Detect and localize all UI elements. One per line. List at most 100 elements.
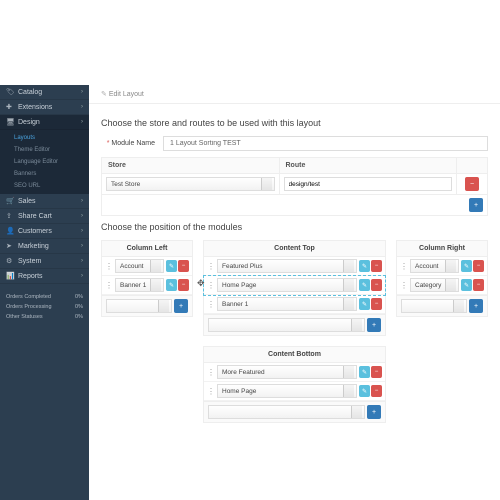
remove-module-button[interactable]: − (178, 260, 189, 272)
module-select[interactable]: Account (410, 259, 459, 273)
module-row[interactable]: ⋮More Featured✎− (204, 363, 385, 382)
column-right: Column Right ⋮Account✎− ⋮Category✎− + (396, 240, 488, 317)
remove-module-button[interactable]: − (371, 298, 382, 310)
tag-icon: 🏷 (6, 88, 14, 96)
column-left: Column Left ⋮Account✎− ⋮Banner 1✎− + (101, 240, 193, 317)
drag-handle-icon[interactable]: ⋮ (207, 262, 215, 271)
sidebar: 🏷Catalog› ✚Extensions› 🖥Design› Layouts … (0, 85, 89, 500)
edit-module-button[interactable]: ✎ (166, 279, 177, 291)
module-row[interactable]: ⋮Banner 1✎− (102, 276, 192, 295)
main-content: ✎ Edit Layout Choose the store and route… (89, 85, 500, 500)
sidebar-sub-banners[interactable]: Banners (0, 168, 89, 180)
sidebar-item-marketing[interactable]: ➤Marketing› (0, 239, 89, 254)
module-select[interactable]: Category (410, 278, 459, 292)
module-add-select[interactable] (401, 299, 467, 313)
sidebar-item-extensions[interactable]: ✚Extensions› (0, 100, 89, 115)
remove-route-button[interactable]: − (465, 177, 479, 191)
sidebar-item-system[interactable]: ⚙System› (0, 254, 89, 269)
drag-handle-icon[interactable]: ⋮ (105, 262, 113, 271)
sidebar-item-reports[interactable]: 📊Reports› (0, 269, 89, 284)
arrow-icon: ➤ (6, 242, 14, 250)
store-header: Store (102, 158, 280, 173)
remove-module-button[interactable]: − (371, 260, 382, 272)
edit-module-button[interactable]: ✎ (166, 260, 177, 272)
user-icon: 👤 (6, 227, 14, 235)
drag-handle-icon[interactable]: ⋮ (400, 281, 408, 290)
add-module-button[interactable]: + (367, 318, 381, 332)
drag-handle-icon[interactable]: ⋮ (207, 387, 215, 396)
breadcrumb-edit: Edit Layout (109, 91, 144, 98)
add-module-button[interactable]: + (367, 405, 381, 419)
remove-module-button[interactable]: − (473, 260, 484, 272)
edit-module-button[interactable]: ✎ (461, 279, 472, 291)
sidebar-item-design[interactable]: 🖥Design› (0, 115, 89, 130)
edit-module-button[interactable]: ✎ (359, 366, 370, 378)
store-route-table: Store Route Test Store − + (101, 157, 488, 216)
module-row[interactable]: ⋮Featured Plus✎− (204, 257, 385, 276)
module-select[interactable]: Home Page (217, 278, 357, 292)
sidebar-item-customers[interactable]: 👤Customers› (0, 224, 89, 239)
share-icon: ⇪ (6, 212, 14, 220)
module-row[interactable]: ⋮Category✎− (397, 276, 487, 295)
module-name-label: * Module Name (101, 140, 163, 147)
module-select[interactable]: Home Page (217, 384, 357, 398)
column-left-title: Column Left (102, 241, 192, 257)
module-select[interactable]: Account (115, 259, 164, 273)
module-row[interactable]: ⋮Account✎− (397, 257, 487, 276)
module-select[interactable]: Banner 1 (115, 278, 164, 292)
edit-module-button[interactable]: ✎ (359, 298, 370, 310)
puzzle-icon: ✚ (6, 103, 14, 111)
add-route-button[interactable]: + (469, 198, 483, 212)
add-module-button[interactable]: + (174, 299, 188, 313)
column-right-title: Column Right (397, 241, 487, 257)
remove-module-button[interactable]: − (178, 279, 189, 291)
remove-module-button[interactable]: − (371, 366, 382, 378)
sidebar-item-sales[interactable]: 🛒Sales› (0, 194, 89, 209)
edit-module-button[interactable]: ✎ (461, 260, 472, 272)
chevron-right-icon: › (81, 213, 83, 219)
module-name-input[interactable] (163, 136, 488, 151)
module-row[interactable]: ⋮Banner 1✎− (204, 295, 385, 314)
chevron-right-icon: › (81, 258, 83, 264)
module-add-select[interactable] (106, 299, 172, 313)
stat-orders-completed: Orders Completed0% (4, 292, 85, 302)
module-row[interactable]: ⋮Home Page✎− (204, 276, 385, 295)
drag-handle-icon[interactable]: ⋮ (207, 281, 215, 290)
sidebar-item-catalog[interactable]: 🏷Catalog› (0, 85, 89, 100)
route-header: Route (280, 158, 458, 173)
edit-module-button[interactable]: ✎ (359, 385, 370, 397)
sidebar-sub-layouts[interactable]: Layouts (0, 132, 89, 144)
remove-module-button[interactable]: − (473, 279, 484, 291)
sidebar-sub-theme-editor[interactable]: Theme Editor (0, 144, 89, 156)
sidebar-item-share-cart[interactable]: ⇪Share Cart› (0, 209, 89, 224)
drag-handle-icon[interactable]: ⋮ (105, 281, 113, 290)
module-add-select[interactable] (208, 318, 365, 332)
module-row[interactable]: ⋮Account✎− (102, 257, 192, 276)
chevron-right-icon: › (81, 119, 83, 125)
stat-other-statuses: Other Statuses0% (4, 312, 85, 322)
drag-handle-icon[interactable]: ⋮ (207, 300, 215, 309)
module-row[interactable]: ⋮Home Page✎− (204, 382, 385, 401)
breadcrumb: ✎ Edit Layout (89, 85, 500, 104)
sidebar-sub-language-editor[interactable]: Language Editor (0, 156, 89, 168)
route-input[interactable] (284, 177, 453, 191)
pencil-icon: ✎ (101, 91, 107, 98)
module-select[interactable]: Featured Plus (217, 259, 357, 273)
sidebar-submenu: Layouts Theme Editor Language Editor Ban… (0, 130, 89, 194)
chevron-right-icon: › (81, 89, 83, 95)
add-module-button[interactable]: + (469, 299, 483, 313)
chevron-right-icon: › (81, 243, 83, 249)
remove-module-button[interactable]: − (371, 385, 382, 397)
sidebar-sub-seo-url[interactable]: SEO URL (0, 180, 89, 192)
module-select[interactable]: Banner 1 (217, 297, 357, 311)
module-add-select[interactable] (208, 405, 365, 419)
stat-orders-processing: Orders Processing0% (4, 302, 85, 312)
edit-module-button[interactable]: ✎ (359, 260, 370, 272)
sidebar-stats: Orders Completed0% Orders Processing0% O… (0, 292, 89, 322)
edit-module-button[interactable]: ✎ (359, 279, 370, 291)
store-select[interactable]: Test Store (106, 177, 275, 191)
drag-handle-icon[interactable]: ⋮ (400, 262, 408, 271)
module-select[interactable]: More Featured (217, 365, 357, 379)
drag-handle-icon[interactable]: ⋮ (207, 368, 215, 377)
remove-module-button[interactable]: − (371, 279, 382, 291)
